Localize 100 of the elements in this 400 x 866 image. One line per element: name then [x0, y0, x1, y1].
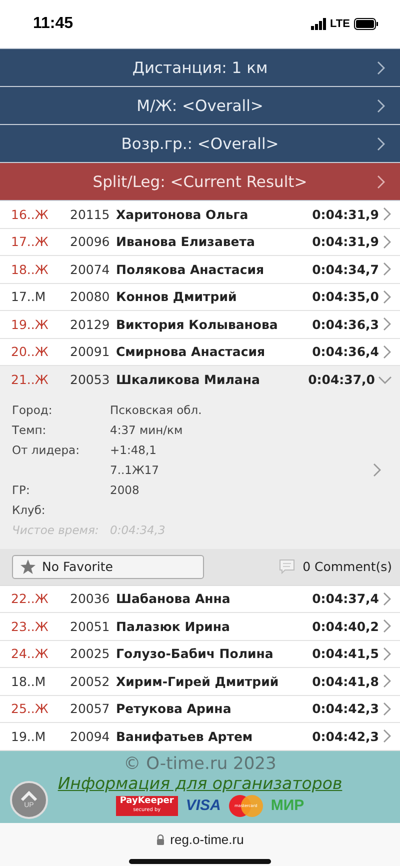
visa-logo: VISA — [186, 797, 221, 814]
rank-text: 20..Ж — [11, 344, 50, 360]
chevron-right-icon — [382, 729, 392, 744]
copyright-text: © O-time.ru 2023 — [124, 752, 276, 774]
rank-text: 22..Ж — [11, 591, 50, 606]
rank-text: 17..Ж — [11, 234, 50, 250]
athlete-name: Иванова Елизавета — [116, 234, 256, 250]
filter-button[interactable]: Дистанция: 1 км — [0, 49, 400, 87]
bib-number: 20053 — [70, 372, 111, 388]
url-text[interactable]: reg.o-time.ru — [170, 832, 244, 846]
status-time: 11:45 — [33, 15, 74, 33]
battery-icon — [354, 18, 378, 30]
finish-time: 0:04:36,3 — [312, 316, 379, 332]
athlete-name: Харитонова Ольга — [116, 206, 250, 222]
network-label: LTE — [330, 18, 350, 30]
athlete-name: Шабанова Анна — [116, 591, 232, 606]
athlete-name: Хирим-Гирей Дмитрий — [116, 674, 280, 689]
bib-number: 20025 — [70, 646, 111, 662]
athlete-name: Коннов Дмитрий — [116, 289, 238, 304]
result-row[interactable]: 19..Ж 20129 Виктория Колыванова 0:04:36,3 — [0, 311, 400, 338]
mir-logo: МИР — [270, 797, 304, 814]
rank-text: 23..Ж — [11, 618, 50, 634]
bib-number: 20051 — [70, 618, 111, 634]
chevron-right-icon — [382, 317, 392, 332]
chevron-right-icon — [376, 99, 386, 113]
chevron-right-icon — [376, 61, 386, 75]
finish-time: 0:04:41,5 — [312, 646, 379, 662]
rank-text: 18..Ж — [11, 262, 50, 277]
finish-time: 0:04:34,7 — [312, 262, 379, 277]
bib-number: 20115 — [70, 206, 111, 222]
athlete-name: Виктория Колыванова — [116, 316, 279, 332]
rank-text: 16..Ж — [11, 206, 50, 222]
athlete-name: Шкаликова Милана — [116, 372, 261, 388]
result-row[interactable]: 25..Ж 20057 Ретукова Арина 0:04:42,3 — [0, 696, 400, 723]
finish-time: 0:04:42,3 — [312, 701, 379, 716]
chevron-right-icon — [376, 175, 386, 189]
chevron-right-icon — [376, 137, 386, 151]
detail-label: Темп: — [12, 422, 48, 438]
caret-up-icon — [20, 790, 38, 802]
athlete-name: Палазюк Ирина — [116, 618, 231, 634]
detail-label: Город: — [12, 402, 54, 418]
rank-text: 17..М — [11, 289, 47, 304]
filter-button[interactable]: М/Ж: <Overall> — [0, 87, 400, 125]
chevron-right-icon — [382, 344, 392, 359]
comments-count[interactable]: 0 Comment(s) — [302, 559, 392, 574]
athlete-name: Ретукова Арина — [116, 701, 232, 716]
bib-number: 20096 — [70, 234, 111, 250]
result-row[interactable]: 16..Ж 20115 Харитонова Ольга 0:04:31,9 — [0, 201, 400, 228]
filter-button[interactable]: Возр.гр.: <Overall> — [0, 125, 400, 163]
rank-text: 19..М — [11, 728, 47, 744]
finish-time: 0:04:36,4 — [312, 344, 379, 360]
bib-number: 20036 — [70, 591, 111, 606]
detail-label: От лидера: — [12, 442, 80, 458]
athlete-name: Полякова Анастасия — [116, 262, 266, 277]
signal-icon — [311, 18, 326, 30]
detail-label: ГР: — [12, 482, 31, 498]
bib-number: 20074 — [70, 262, 111, 277]
finish-time: 0:04:42,3 — [312, 728, 379, 744]
result-row[interactable]: 21..Ж 20053 Шкаликова Милана 0:04:37,0 — [0, 366, 400, 394]
result-row[interactable]: 18..М 20052 Хирим-Гирей Дмитрий 0:04:41,8 — [0, 668, 400, 696]
rank-text: 18..М — [11, 674, 47, 689]
result-row[interactable]: 23..Ж 20051 Палазюк Ирина 0:04:40,2 — [0, 613, 400, 640]
rank-text: 19..Ж — [11, 316, 50, 332]
star-icon — [20, 558, 36, 574]
chevron-right-icon — [382, 592, 392, 606]
athlete-name: Ванифатьев Артем — [116, 728, 254, 744]
rank-text: 21..Ж — [11, 372, 50, 388]
rank-text: 24..Ж — [11, 646, 50, 662]
athlete-name: Голузо-Бабич Полина — [116, 646, 274, 662]
detail-value: 2008 — [110, 482, 140, 498]
detail-label: Клуб: — [12, 502, 46, 518]
chevron-right-icon — [382, 674, 392, 688]
chevron-right-icon — [382, 262, 392, 276]
chevron-right-icon — [382, 702, 392, 716]
finish-time: 0:04:35,0 — [312, 289, 379, 304]
athlete-name: Смирнова Анастасия — [116, 344, 266, 360]
finish-time: 0:04:41,8 — [312, 674, 379, 689]
result-row[interactable]: 17..М 20080 Коннов Дмитрий 0:04:35,0 — [0, 284, 400, 311]
result-row[interactable]: 17..Ж 20096 Иванова Елизавета 0:04:31,9 — [0, 228, 400, 256]
detail-value: 4:37 мин/км — [110, 422, 184, 438]
finish-time: 0:04:37,4 — [312, 591, 379, 606]
lock-icon — [156, 834, 166, 844]
finish-time: 0:04:31,9 — [312, 234, 379, 250]
finish-time: 0:04:37,0 — [308, 372, 375, 388]
chevron-right-icon — [382, 646, 392, 661]
bib-number: 20091 — [70, 344, 111, 360]
chevron-right-icon — [382, 619, 392, 634]
favorite-button[interactable]: No Favorite — [12, 554, 204, 578]
result-row[interactable]: 22..Ж 20036 Шабанова Анна 0:04:37,4 — [0, 586, 400, 613]
home-indicator[interactable] — [129, 858, 271, 864]
chevron-right-icon — [372, 463, 382, 477]
result-row[interactable]: 18..Ж 20074 Полякова Анастасия 0:04:34,7 — [0, 256, 400, 284]
bib-number: 20129 — [70, 316, 111, 332]
bib-number: 20052 — [70, 674, 111, 689]
detail-value: Псковская обл. — [110, 402, 203, 418]
detail-value: 7..1Ж17 — [110, 462, 160, 478]
detail-value: +1:48,1 — [110, 442, 158, 458]
filter-button[interactable]: Split/Leg: <Current Result> — [0, 163, 400, 201]
bib-number: 20080 — [70, 289, 111, 304]
result-row[interactable]: 24..Ж 20025 Голузо-Бабич Полина 0:04:41,5 — [0, 640, 400, 668]
